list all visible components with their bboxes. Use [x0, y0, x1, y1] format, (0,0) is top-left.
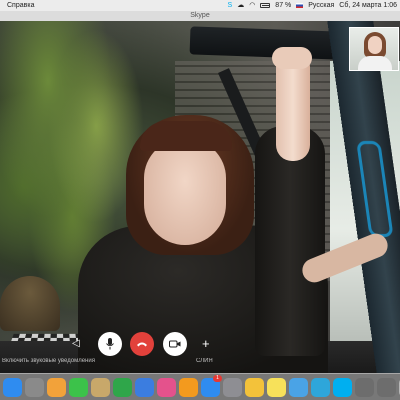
input-language[interactable]: Русская	[308, 0, 334, 11]
dock: 1	[0, 373, 400, 400]
keynote-dock-icon[interactable]	[135, 377, 154, 397]
telegram-dock-icon[interactable]	[311, 377, 330, 397]
end-call-button[interactable]	[130, 332, 154, 356]
microphone-icon	[106, 338, 114, 350]
person-face	[144, 139, 226, 245]
video-button[interactable]	[163, 332, 187, 356]
person-bangs	[140, 121, 232, 151]
machine-bar	[189, 26, 341, 60]
photos-dock-icon[interactable]	[47, 377, 66, 397]
person-hand	[272, 47, 312, 69]
window-title: Skype	[0, 11, 400, 21]
back-arrow-icon[interactable]: ◁	[72, 337, 80, 351]
finder-dock-icon[interactable]	[3, 377, 22, 397]
itunes-dock-icon[interactable]	[157, 377, 176, 397]
ibooks-dock-icon[interactable]	[179, 377, 198, 397]
photo-viewer-dock-icon[interactable]	[355, 377, 374, 397]
add-participant-button[interactable]: +	[202, 337, 210, 351]
numbers-dock-icon[interactable]	[113, 377, 132, 397]
video-camera-icon	[169, 340, 181, 348]
cloud-status-icon[interactable]: ☁	[237, 0, 244, 11]
skype-dock-icon[interactable]	[333, 377, 352, 397]
facetime-dock-icon[interactable]	[69, 377, 88, 397]
notification-badge: 1	[213, 374, 222, 382]
self-view-thumbnail[interactable]	[349, 27, 399, 71]
app-store-dock-icon[interactable]: 1	[201, 374, 222, 397]
hang-up-icon	[137, 342, 147, 347]
language-flag-icon[interactable]	[296, 0, 304, 11]
preview-dock-icon[interactable]	[91, 377, 110, 397]
stickies-dock-icon[interactable]	[267, 377, 286, 397]
system-preferences-dock-icon[interactable]	[223, 377, 242, 397]
pencil-dock-icon[interactable]	[245, 377, 264, 397]
notification-text: Включить звуковые уведомления	[2, 358, 95, 364]
battery-percent: 87 %	[275, 2, 292, 9]
remote-video	[0, 21, 400, 373]
screenshot-dock-icon[interactable]	[377, 377, 396, 397]
plant-pot	[0, 276, 60, 331]
wifi-icon[interactable]: ◠	[249, 0, 255, 11]
launchpad-dock-icon[interactable]	[25, 377, 44, 397]
battery-icon[interactable]	[260, 0, 271, 11]
skype-status-icon[interactable]: S	[228, 0, 233, 11]
menu-help[interactable]: Справка	[7, 0, 34, 11]
microphone-button[interactable]	[98, 332, 122, 356]
clock[interactable]: Сб, 24 марта 1:06	[339, 0, 397, 11]
cloud-dock-icon[interactable]	[289, 377, 308, 397]
notification-strip: Включить звуковые уведомления СЛИЯ	[0, 356, 400, 366]
notification-text-right: СЛИЯ	[196, 358, 213, 364]
menu-bar: Справка S ☁ ◠ 87 % Русская Сб, 24 марта …	[0, 0, 400, 11]
